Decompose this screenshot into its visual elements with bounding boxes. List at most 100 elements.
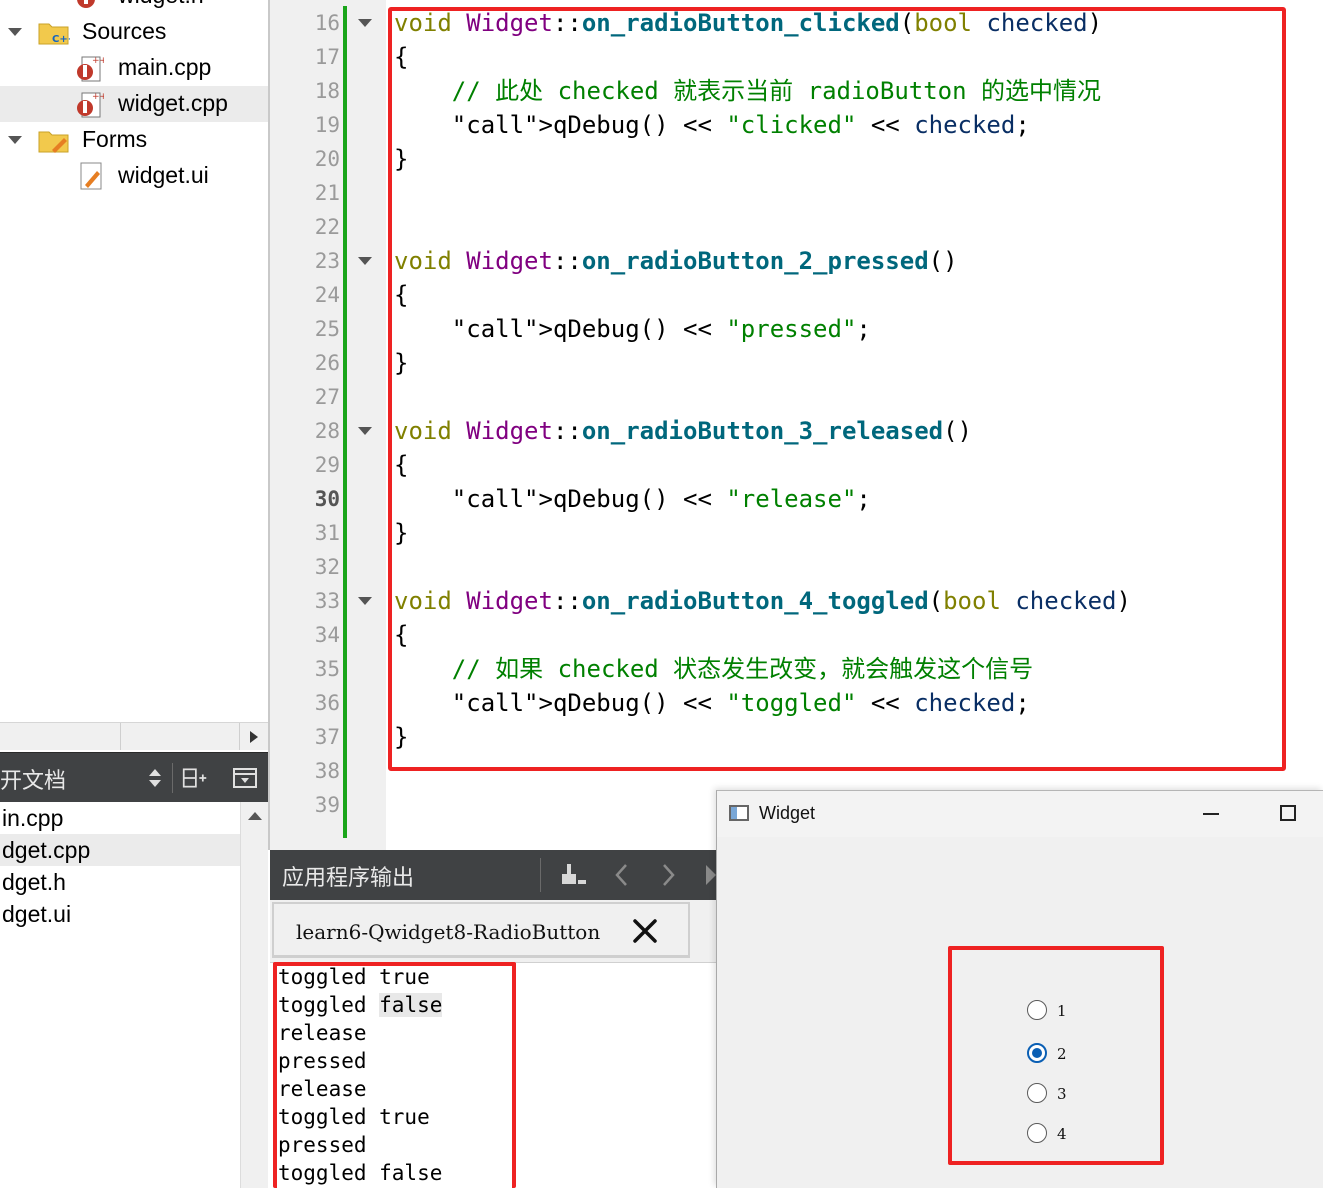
output-line: release xyxy=(278,1077,367,1101)
line-number: 27 xyxy=(314,385,340,409)
cpp-file-icon: ++ xyxy=(77,56,104,82)
line-number: 16 xyxy=(314,11,340,35)
code-line: { xyxy=(394,43,409,71)
line-number: 23 xyxy=(314,249,340,273)
radio-label: 4 xyxy=(1057,1125,1067,1143)
expand-arrow-icon[interactable] xyxy=(8,28,22,36)
radio-label: 2 xyxy=(1057,1045,1067,1063)
output-line: pressed xyxy=(278,1049,367,1073)
code-line: void Widget::on_radioButton_4_toggled(bo… xyxy=(394,587,1131,615)
tree-item-widget-h[interactable]: widget.h xyxy=(0,0,268,14)
output-pane-title: 应用程序输出 xyxy=(282,866,415,891)
tree-item-widget-ui[interactable]: widget.ui xyxy=(0,158,268,194)
svg-text:C++: C++ xyxy=(52,34,70,45)
line-number: 31 xyxy=(314,521,340,545)
open-documents-title: 开文档 xyxy=(0,769,67,794)
code-line: } xyxy=(394,723,409,751)
tree-item-label: Forms xyxy=(82,126,148,152)
line-number: 21 xyxy=(314,181,340,205)
code-line: } xyxy=(394,519,409,547)
tree-item-forms[interactable]: Forms xyxy=(0,122,268,158)
close-panel-icon[interactable] xyxy=(232,765,258,791)
code-line: void Widget::on_radioButton_2_pressed() xyxy=(394,247,958,275)
line-number: 19 xyxy=(314,113,340,137)
radio-unchecked-icon[interactable] xyxy=(1027,1083,1047,1103)
line-number: 38 xyxy=(314,759,340,783)
radio-unchecked-icon[interactable] xyxy=(1027,1000,1047,1020)
output-tab[interactable]: learn6-Qwidget8-RadioButton xyxy=(272,902,690,958)
ui-file-icon xyxy=(80,162,102,190)
output-line: toggled true xyxy=(278,965,430,989)
run-icon[interactable] xyxy=(704,862,716,888)
scrollbar-thumb[interactable] xyxy=(120,723,240,750)
tree-item-label: main.cpp xyxy=(118,54,212,80)
expand-arrow-icon[interactable] xyxy=(8,136,22,144)
vertical-scrollbar[interactable] xyxy=(240,802,268,1188)
header-divider xyxy=(540,858,541,892)
radio-label: 3 xyxy=(1057,1085,1067,1103)
close-tab-icon[interactable] xyxy=(632,918,658,944)
changed-lines-marker xyxy=(343,6,347,838)
radio-checked-icon[interactable] xyxy=(1027,1043,1047,1063)
maximize-icon[interactable] xyxy=(1280,805,1296,821)
fold-arrow-icon[interactable] xyxy=(358,257,372,265)
horizontal-scrollbar[interactable] xyxy=(0,722,268,750)
code-line: "call">qDebug() << "pressed"; xyxy=(451,315,871,343)
scroll-up-icon[interactable] xyxy=(248,812,262,820)
line-number: 18 xyxy=(314,79,340,103)
tree-item-label: Sources xyxy=(82,18,167,44)
code-line: } xyxy=(394,145,409,173)
tree-item-sources[interactable]: C++ Sources xyxy=(0,14,268,50)
fold-arrow-icon[interactable] xyxy=(358,427,372,435)
code-line: "call">qDebug() << "toggled" << checked; xyxy=(451,689,1030,717)
sort-updown-icon[interactable] xyxy=(142,765,168,791)
code-line: "call">qDebug() << "release"; xyxy=(451,485,871,513)
open-documents-header: 开文档 xyxy=(0,752,268,802)
scroll-right-icon[interactable] xyxy=(250,731,258,743)
forms-folder-icon xyxy=(38,131,69,153)
output-line: toggled false xyxy=(278,1161,443,1185)
line-number: 34 xyxy=(314,623,340,647)
clear-output-icon[interactable] xyxy=(558,860,590,890)
open-doc-widget-h[interactable]: dget.h xyxy=(0,866,240,898)
cpp-folder-icon: C++ xyxy=(38,23,70,45)
open-doc-widget-cpp[interactable]: dget.cpp xyxy=(0,834,240,866)
cpp-file-icon: ++ xyxy=(77,92,104,118)
window-titlebar[interactable]: Widget xyxy=(717,791,1323,837)
line-number: 17 xyxy=(314,45,340,69)
line-number: 20 xyxy=(314,147,340,171)
line-number: 33 xyxy=(314,589,340,613)
tree-item-widget-cpp[interactable]: ++ widget.cpp xyxy=(0,86,268,122)
application-output[interactable]: toggled true toggled false release pressed r… xyxy=(270,962,716,1188)
previous-item-icon[interactable] xyxy=(610,862,634,888)
line-number: 32 xyxy=(314,555,340,579)
fold-arrow-icon[interactable] xyxy=(358,597,372,605)
open-doc-main-cpp[interactable]: in.cpp xyxy=(0,802,240,834)
next-item-icon[interactable] xyxy=(656,862,680,888)
output-tab-bar: learn6-Qwidget8-RadioButton xyxy=(270,900,716,962)
tree-item-main-cpp[interactable]: ++ main.cpp xyxy=(0,50,268,86)
radio-unchecked-icon[interactable] xyxy=(1027,1123,1047,1143)
header-divider xyxy=(172,763,173,793)
fold-arrow-icon[interactable] xyxy=(358,19,372,27)
code-line: { xyxy=(394,621,409,649)
output-line: release xyxy=(278,1021,367,1045)
tree-item-label: widget.cpp xyxy=(118,90,228,116)
code-line: // 如果 checked 状态发生改变，就会触发这个信号 xyxy=(451,655,1034,683)
project-tree: widget.h C++ Sources ++ main.cpp ++ widg… xyxy=(0,0,268,750)
open-doc-widget-ui[interactable]: dget.ui xyxy=(0,898,240,930)
code-line: void Widget::on_radioButton_clicked(bool… xyxy=(394,9,1103,37)
code-line: "call">qDebug() << "clicked" << checked; xyxy=(451,111,1030,139)
code-editor[interactable]: 16 17 18 19 20 21 22 23 24 25 26 27 28 29 30 31 32 33 34 35… xyxy=(270,0,1323,850)
output-tab-label: learn6-Qwidget8-RadioButton xyxy=(296,920,601,944)
line-number: 24 xyxy=(314,283,340,307)
split-view-icon[interactable] xyxy=(182,765,208,791)
svg-text:++: ++ xyxy=(92,56,104,66)
header-file-icon xyxy=(77,0,95,8)
tree-item-label: widget.ui xyxy=(118,162,209,188)
code-line: { xyxy=(394,451,409,479)
minimize-icon[interactable] xyxy=(1203,813,1219,815)
line-number: 28 xyxy=(314,419,340,443)
line-number: 30 xyxy=(314,487,340,511)
svg-text:++: ++ xyxy=(92,92,104,102)
